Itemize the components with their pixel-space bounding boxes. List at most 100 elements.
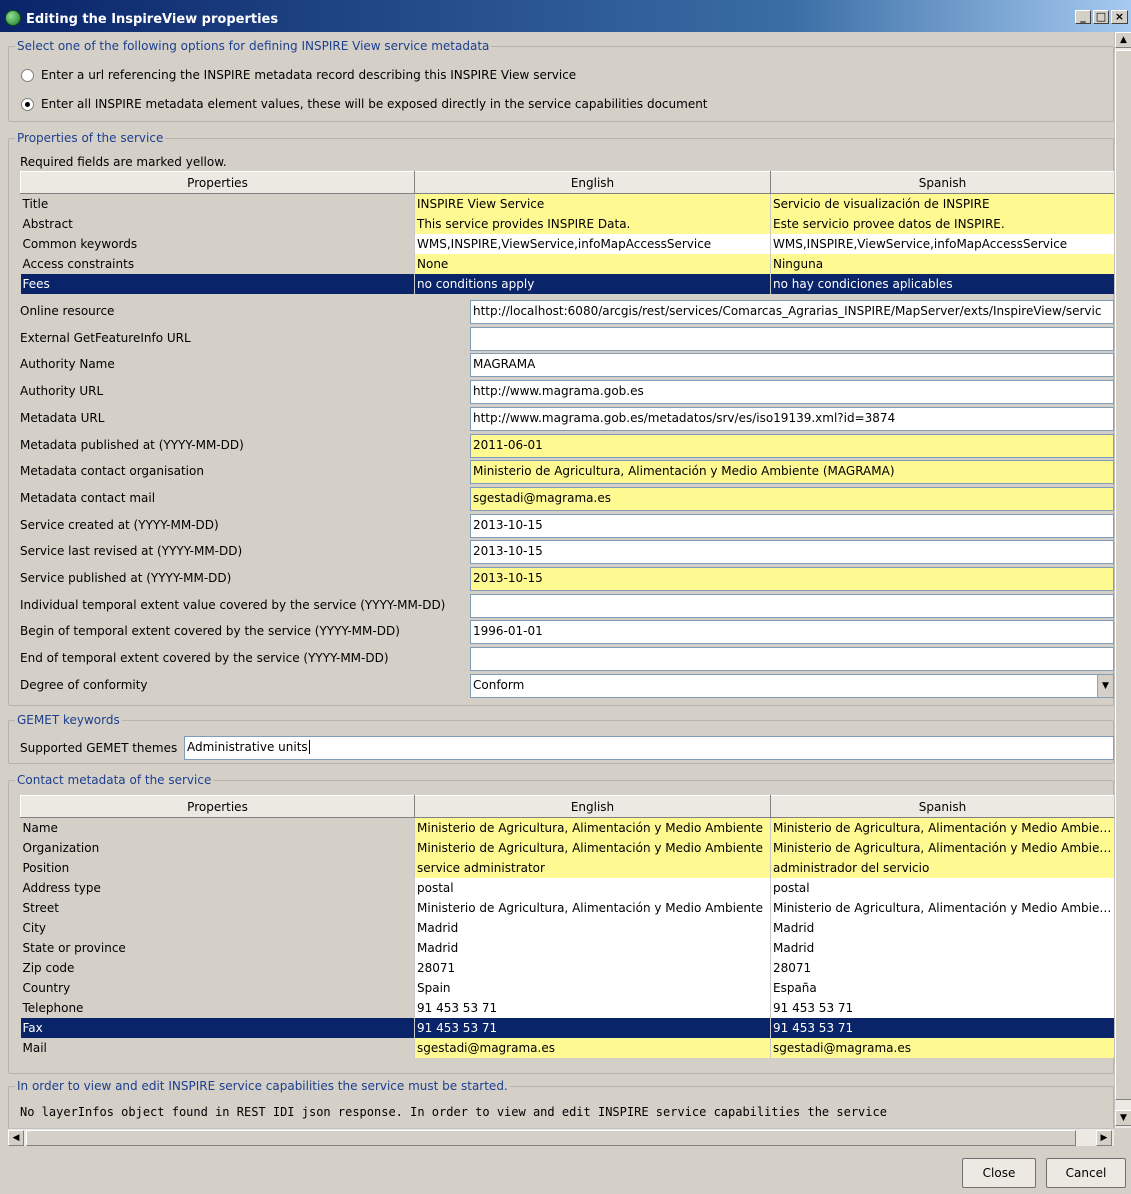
row-spanish-cell[interactable]: Ministerio de Agricultura, Alimentación … bbox=[770, 817, 1114, 838]
row-english-cell[interactable]: Spain bbox=[414, 977, 771, 998]
row-spanish-cell[interactable]: Madrid bbox=[770, 917, 1114, 938]
field-input[interactable] bbox=[470, 593, 1114, 618]
field-input[interactable]: http://www.magrama.gob.es/metadatos/srv/… bbox=[470, 406, 1114, 431]
table-row[interactable]: Access constraints None Ninguna bbox=[20, 253, 1114, 274]
row-spanish-cell[interactable]: administrador del servicio bbox=[770, 857, 1114, 878]
radio-option-url[interactable]: Enter a url referencing the INSPIRE meta… bbox=[21, 66, 576, 84]
row-property-cell: Name bbox=[20, 817, 415, 838]
conformity-select[interactable]: Conform ▼ bbox=[470, 674, 1114, 698]
cancel-button[interactable]: Cancel bbox=[1046, 1158, 1126, 1188]
field-input[interactable]: 2013-10-15 bbox=[470, 540, 1114, 565]
scroll-right-icon[interactable]: ▶ bbox=[1096, 1130, 1112, 1146]
table-row[interactable]: Street Ministerio de Agricultura, Aliment… bbox=[20, 897, 1114, 918]
row-property-cell: Fees bbox=[20, 273, 415, 294]
row-spanish-cell[interactable]: postal bbox=[770, 877, 1114, 898]
minimize-button[interactable]: _ bbox=[1075, 10, 1091, 24]
scroll-left-icon[interactable]: ◀ bbox=[8, 1130, 24, 1146]
row-spanish-cell[interactable]: sgestadi@magrama.es bbox=[770, 1037, 1114, 1058]
col-header-spanish[interactable]: Spanish bbox=[770, 171, 1114, 194]
vertical-scrollbar[interactable]: ▲ ▼ bbox=[1114, 32, 1131, 1128]
col-header-spanish[interactable]: Spanish bbox=[770, 795, 1114, 818]
table-row[interactable]: Address type postal postal bbox=[20, 877, 1114, 898]
field-input[interactable]: 2013-10-15 bbox=[470, 567, 1114, 591]
table-row[interactable]: Fax 91 453 53 71 91 453 53 71 bbox=[20, 1017, 1114, 1038]
row-english-cell[interactable]: 91 453 53 71 bbox=[414, 1017, 771, 1038]
table-row[interactable]: Abstract This service provides INSPIRE Da… bbox=[20, 213, 1114, 234]
field-input[interactable]: Ministerio de Agricultura, Alimentación … bbox=[470, 460, 1114, 485]
horizontal-scrollbar[interactable]: ◀ ▶ bbox=[8, 1128, 1114, 1146]
app-globe-icon bbox=[5, 10, 21, 26]
row-property-cell: Mail bbox=[20, 1037, 415, 1058]
row-spanish-cell[interactable]: 28071 bbox=[770, 957, 1114, 978]
row-english-cell[interactable]: service administrator bbox=[414, 857, 771, 878]
row-spanish-cell[interactable]: 91 453 53 71 bbox=[770, 1017, 1114, 1038]
row-spanish-cell[interactable]: Ninguna bbox=[770, 253, 1114, 274]
table-row[interactable]: Position service administrator administrad… bbox=[20, 857, 1114, 878]
field-input[interactable]: 1996-01-01 bbox=[470, 620, 1114, 645]
horizontal-scroll-thumb[interactable] bbox=[26, 1130, 1076, 1146]
row-english-cell[interactable]: no conditions apply bbox=[414, 273, 771, 294]
scroll-down-icon[interactable]: ▼ bbox=[1115, 1110, 1131, 1126]
row-english-cell[interactable]: Ministerio de Agricultura, Alimentación … bbox=[414, 817, 771, 838]
options-legend: Select one of the following options for … bbox=[15, 39, 492, 53]
field-input[interactable]: http://localhost:6080/arcgis/rest/servic… bbox=[470, 300, 1114, 324]
col-header-properties[interactable]: Properties bbox=[20, 171, 415, 194]
field-input[interactable] bbox=[470, 326, 1114, 351]
close-window-button[interactable]: × bbox=[1111, 10, 1128, 24]
table-row[interactable]: Organization Ministerio de Agricultura, A… bbox=[20, 837, 1114, 858]
field-input[interactable]: 2013-10-15 bbox=[470, 513, 1114, 538]
row-spanish-cell[interactable]: Madrid bbox=[770, 937, 1114, 958]
row-english-cell[interactable]: Ministerio de Agricultura, Alimentación … bbox=[414, 837, 771, 858]
row-english-cell[interactable]: INSPIRE View Service bbox=[414, 193, 771, 214]
row-english-cell[interactable]: Ministerio de Agricultura, Alimentación … bbox=[414, 897, 771, 918]
radio-option-values[interactable]: Enter all INSPIRE metadata element value… bbox=[21, 95, 708, 113]
gemet-input[interactable]: Administrative units bbox=[184, 736, 1114, 760]
row-english-cell[interactable]: 28071 bbox=[414, 957, 771, 978]
row-spanish-cell[interactable]: Este servicio provee datos de INSPIRE. bbox=[770, 213, 1114, 234]
row-english-cell[interactable]: WMS,INSPIRE,ViewService,infoMapAccessSer… bbox=[414, 233, 771, 254]
row-english-cell[interactable]: None bbox=[414, 253, 771, 274]
col-header-english[interactable]: English bbox=[414, 795, 771, 818]
table-row[interactable]: Name Ministerio de Agricultura, Alimentac… bbox=[20, 817, 1114, 838]
row-spanish-cell[interactable]: Ministerio de Agricultura, Alimentación … bbox=[770, 897, 1114, 918]
row-english-cell[interactable]: 91 453 53 71 bbox=[414, 997, 771, 1018]
field-input[interactable]: http://www.magrama.gob.es bbox=[470, 380, 1114, 405]
table-row[interactable]: Country Spain España bbox=[20, 977, 1114, 998]
row-spanish-cell[interactable]: Servicio de visualización de INSPIRE bbox=[770, 193, 1114, 214]
maximize-button[interactable]: □ bbox=[1093, 10, 1109, 24]
col-header-english[interactable]: English bbox=[414, 171, 771, 194]
table-row[interactable]: State or province Madrid Madrid bbox=[20, 937, 1114, 958]
table-row[interactable]: Common keywords WMS,INSPIRE,ViewService,i… bbox=[20, 233, 1114, 254]
row-spanish-cell[interactable]: España bbox=[770, 977, 1114, 998]
scroll-up-icon[interactable]: ▲ bbox=[1115, 32, 1131, 48]
row-english-cell[interactable]: postal bbox=[414, 877, 771, 898]
table-row[interactable]: Mail sgestadi@magrama.es sgestadi@magrama.… bbox=[20, 1037, 1114, 1058]
table-row[interactable]: Zip code 28071 28071 bbox=[20, 957, 1114, 978]
row-spanish-cell[interactable]: Ministerio de Agricultura, Alimentación … bbox=[770, 837, 1114, 858]
table-row[interactable]: Telephone 91 453 53 71 91 453 53 71 bbox=[20, 997, 1114, 1018]
close-button[interactable]: Close bbox=[962, 1158, 1036, 1188]
field-input[interactable]: sgestadi@magrama.es bbox=[470, 486, 1114, 511]
table-row[interactable]: Title INSPIRE View Service Servicio de vis… bbox=[20, 193, 1114, 214]
vertical-scroll-thumb[interactable] bbox=[1115, 50, 1131, 1100]
field-input[interactable]: MAGRAMA bbox=[470, 353, 1114, 378]
table-row[interactable]: City Madrid Madrid bbox=[20, 917, 1114, 938]
chevron-down-icon[interactable]: ▼ bbox=[1097, 675, 1113, 697]
field-row: External GetFeatureInfo URL bbox=[20, 326, 1114, 351]
radio-url-label: Enter a url referencing the INSPIRE meta… bbox=[41, 68, 577, 82]
radio-url[interactable] bbox=[21, 68, 34, 82]
row-spanish-cell[interactable]: no hay condiciones aplicables bbox=[770, 273, 1114, 294]
row-english-cell[interactable]: Madrid bbox=[414, 917, 771, 938]
field-input[interactable]: 2011-06-01 bbox=[470, 433, 1114, 458]
col-header-properties[interactable]: Properties bbox=[20, 795, 415, 818]
row-spanish-cell[interactable]: 91 453 53 71 bbox=[770, 997, 1114, 1018]
service-legend: Properties of the service bbox=[15, 131, 166, 145]
row-english-cell[interactable]: sgestadi@magrama.es bbox=[414, 1037, 771, 1058]
field-input[interactable] bbox=[470, 647, 1114, 672]
row-english-cell[interactable]: Madrid bbox=[414, 937, 771, 958]
row-english-cell[interactable]: This service provides INSPIRE Data. bbox=[414, 213, 771, 234]
table-row[interactable]: Fees no conditions apply no hay condicione… bbox=[20, 273, 1114, 294]
row-spanish-cell[interactable]: WMS,INSPIRE,ViewService,infoMapAccessSer… bbox=[770, 233, 1114, 254]
radio-values[interactable] bbox=[21, 97, 34, 111]
field-label: Authority Name bbox=[20, 357, 115, 372]
